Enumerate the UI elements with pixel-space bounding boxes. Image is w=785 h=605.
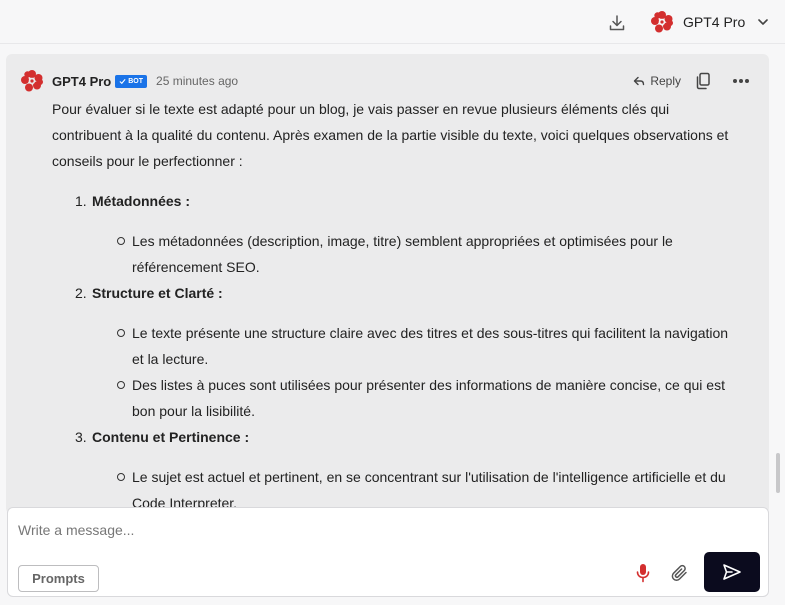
reply-button[interactable]: Reply — [633, 74, 681, 88]
section-number: 2. — [75, 285, 87, 301]
model-selector[interactable]: GPT4 Pro — [650, 8, 772, 36]
scrollbar-thumb[interactable] — [776, 453, 780, 493]
bot-avatar — [21, 70, 43, 92]
more-horizontal-icon — [733, 79, 749, 83]
chevron-down-icon — [758, 19, 769, 25]
more-options-button[interactable] — [731, 71, 751, 91]
bullet-item: Le texte présente une structure claire a… — [117, 320, 732, 372]
paperclip-icon — [671, 564, 687, 582]
copy-icon — [696, 72, 710, 90]
prompts-button[interactable]: Prompts — [18, 565, 99, 592]
message-body: Pour évaluer si le texte est adapté pour… — [52, 96, 732, 514]
top-bar: GPT4 Pro — [0, 0, 785, 44]
model-name: GPT4 Pro — [683, 14, 746, 30]
message-composer: Prompts — [7, 507, 769, 597]
bullet-item: Des listes à puces sont utilisées pour p… — [117, 372, 732, 424]
section-item: 2. Structure et Clarté : Le texte présen… — [52, 280, 732, 424]
download-button[interactable] — [606, 12, 628, 34]
message-timestamp: 25 minutes ago — [156, 74, 239, 88]
message-intro: Pour évaluer si le texte est adapté pour… — [52, 101, 729, 169]
bullet-list: Les métadonnées (description, image, tit… — [92, 228, 732, 280]
section-item: 3. Contenu et Pertinence : Le sujet est … — [52, 424, 732, 514]
check-icon — [119, 78, 126, 84]
send-icon — [723, 564, 741, 580]
message-card: GPT4 Pro BOT 25 minutes ago Reply Pour é… — [6, 54, 769, 514]
reply-icon — [634, 76, 645, 86]
send-button[interactable] — [704, 552, 760, 592]
bullet-list: Le texte présente une structure claire a… — [92, 320, 732, 424]
copy-button[interactable] — [693, 71, 713, 91]
author-name: GPT4 Pro — [52, 73, 112, 89]
section-title: Métadonnées : — [92, 193, 191, 209]
attach-button[interactable] — [669, 560, 691, 586]
message-actions: Reply — [633, 68, 751, 94]
reply-label: Reply — [650, 74, 681, 88]
microphone-icon — [636, 564, 650, 583]
section-number: 3. — [75, 429, 87, 445]
section-title: Structure et Clarté : — [92, 285, 223, 301]
microphone-button[interactable] — [632, 560, 654, 586]
download-icon — [609, 15, 625, 31]
section-title: Contenu et Pertinence : — [92, 429, 250, 445]
model-logo-icon — [651, 11, 673, 33]
bot-badge: BOT — [115, 74, 148, 88]
bot-badge-label: BOT — [128, 77, 144, 85]
bullet-item: Les métadonnées (description, image, tit… — [117, 228, 732, 280]
section-item: 1. Métadonnées : Les métadonnées (descri… — [52, 188, 732, 280]
sections-list: 1. Métadonnées : Les métadonnées (descri… — [52, 188, 732, 514]
section-number: 1. — [75, 193, 87, 209]
message-input[interactable] — [18, 518, 718, 542]
